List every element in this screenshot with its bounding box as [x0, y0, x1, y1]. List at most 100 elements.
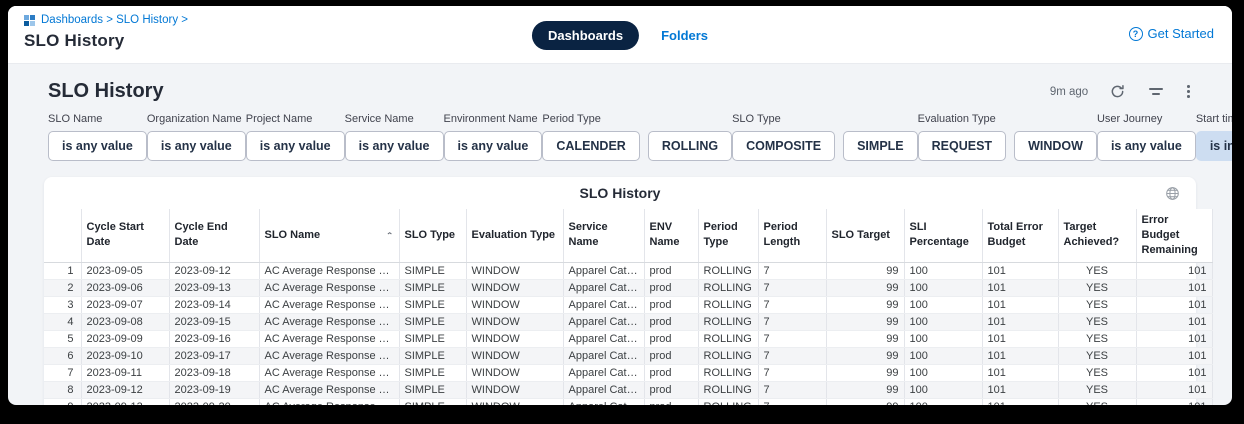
filter-button-window[interactable]: WINDOW: [1014, 131, 1097, 161]
cell-evaluation-type[interactable]: WINDOW: [466, 313, 563, 330]
cell-service-name[interactable]: Apparel Catal...: [563, 364, 644, 381]
filter-button-calender[interactable]: CALENDER: [542, 131, 639, 161]
cell-cycle-end-date[interactable]: 2023-09-13: [169, 279, 259, 296]
cell-target-achieved[interactable]: YES: [1058, 313, 1136, 330]
cell-env-name[interactable]: prod: [644, 347, 698, 364]
column-header-target-achieved[interactable]: Target Achieved?: [1058, 209, 1136, 262]
cell-env-name[interactable]: prod: [644, 398, 698, 405]
cell-total-error-budget[interactable]: 101: [982, 262, 1058, 279]
filter-button-is-any-value[interactable]: is any value: [48, 131, 147, 161]
cell-env-name[interactable]: prod: [644, 262, 698, 279]
cell-period-length[interactable]: 7: [758, 279, 826, 296]
cell-slo-target[interactable]: 99: [826, 398, 904, 405]
column-header-sli-percentage[interactable]: SLI Percentage: [904, 209, 982, 262]
cell-sli-percentage[interactable]: 100: [904, 313, 982, 330]
filter-button-is-any-value[interactable]: is any value: [147, 131, 246, 161]
column-header-slo-type[interactable]: SLO Type: [399, 209, 466, 262]
table-row[interactable]: 32023-09-072023-09-14AC Average Response…: [44, 296, 1212, 313]
cell-slo-type[interactable]: SIMPLE: [399, 296, 466, 313]
column-header-evaluation-type[interactable]: Evaluation Type: [466, 209, 563, 262]
cell-total-error-budget[interactable]: 101: [982, 296, 1058, 313]
cell-sli-percentage[interactable]: 100: [904, 364, 982, 381]
cell-error-budget-remaining[interactable]: 101: [1136, 364, 1212, 381]
cell-evaluation-type[interactable]: WINDOW: [466, 381, 563, 398]
cell-error-budget-remaining[interactable]: 101: [1136, 262, 1212, 279]
table-row[interactable]: 12023-09-052023-09-12AC Average Response…: [44, 262, 1212, 279]
cell-error-budget-remaining[interactable]: 101: [1136, 279, 1212, 296]
cell-service-name[interactable]: Apparel Catal...: [563, 313, 644, 330]
breadcrumb[interactable]: Dashboards > SLO History >: [24, 14, 188, 26]
column-header-total-error-budget[interactable]: Total Error Budget: [982, 209, 1058, 262]
cell-slo-type[interactable]: SIMPLE: [399, 313, 466, 330]
cell-slo-name[interactable]: AC Average Response Time: [259, 347, 399, 364]
cell-cycle-start-date[interactable]: 2023-09-11: [81, 364, 169, 381]
table-row[interactable]: 82023-09-122023-09-19AC Average Response…: [44, 381, 1212, 398]
cell-cycle-start-date[interactable]: 2023-09-13: [81, 398, 169, 405]
refresh-icon[interactable]: [1108, 82, 1127, 101]
cell-env-name[interactable]: prod: [644, 364, 698, 381]
cell-period-type[interactable]: ROLLING: [698, 313, 758, 330]
cell-period-type[interactable]: ROLLING: [698, 296, 758, 313]
cell-slo-type[interactable]: SIMPLE: [399, 262, 466, 279]
cell-period-type[interactable]: ROLLING: [698, 279, 758, 296]
cell-row-number[interactable]: 9: [44, 398, 81, 405]
filter-button-is-any-value[interactable]: is any value: [1097, 131, 1196, 161]
column-header-env-name[interactable]: ENV Name: [644, 209, 698, 262]
cell-target-achieved[interactable]: YES: [1058, 381, 1136, 398]
cell-service-name[interactable]: Apparel Catal...: [563, 330, 644, 347]
filter-button-composite[interactable]: COMPOSITE: [732, 131, 835, 161]
cell-cycle-end-date[interactable]: 2023-09-19: [169, 381, 259, 398]
table-row[interactable]: 92023-09-132023-09-20AC Average Response…: [44, 398, 1212, 405]
cell-env-name[interactable]: prod: [644, 313, 698, 330]
column-header-error-budget-remaining[interactable]: Error Budget Remaining: [1136, 209, 1212, 262]
table-row[interactable]: 42023-09-082023-09-15AC Average Response…: [44, 313, 1212, 330]
cell-slo-type[interactable]: SIMPLE: [399, 347, 466, 364]
cell-cycle-end-date[interactable]: 2023-09-16: [169, 330, 259, 347]
cell-cycle-start-date[interactable]: 2023-09-08: [81, 313, 169, 330]
cell-target-achieved[interactable]: YES: [1058, 398, 1136, 405]
cell-row-number[interactable]: 2: [44, 279, 81, 296]
cell-cycle-start-date[interactable]: 2023-09-07: [81, 296, 169, 313]
cell-slo-target[interactable]: 99: [826, 279, 904, 296]
table-row[interactable]: 22023-09-062023-09-13AC Average Response…: [44, 279, 1212, 296]
cell-period-type[interactable]: ROLLING: [698, 398, 758, 405]
cell-cycle-end-date[interactable]: 2023-09-14: [169, 296, 259, 313]
cell-slo-type[interactable]: SIMPLE: [399, 330, 466, 347]
cell-period-length[interactable]: 7: [758, 296, 826, 313]
column-header-cycle-end-date[interactable]: Cycle End Date: [169, 209, 259, 262]
cell-period-length[interactable]: 7: [758, 313, 826, 330]
column-header-row-number[interactable]: [44, 209, 81, 262]
cell-service-name[interactable]: Apparel Catal...: [563, 279, 644, 296]
table-row[interactable]: 52023-09-092023-09-16AC Average Response…: [44, 330, 1212, 347]
cell-row-number[interactable]: 6: [44, 347, 81, 364]
cell-slo-name[interactable]: AC Average Response Time: [259, 313, 399, 330]
filter-icon[interactable]: [1147, 86, 1165, 97]
column-header-period-length[interactable]: Period Length: [758, 209, 826, 262]
column-header-period-type[interactable]: Period Type: [698, 209, 758, 262]
cell-slo-type[interactable]: SIMPLE: [399, 364, 466, 381]
cell-evaluation-type[interactable]: WINDOW: [466, 262, 563, 279]
filter-button-is-in-the-last-2-months[interactable]: is in the last 2 months: [1196, 131, 1232, 161]
kebab-menu-icon[interactable]: [1185, 83, 1192, 100]
cell-period-length[interactable]: 7: [758, 398, 826, 405]
cell-sli-percentage[interactable]: 100: [904, 279, 982, 296]
cell-target-achieved[interactable]: YES: [1058, 279, 1136, 296]
get-started-link[interactable]: ? Get Started: [1129, 26, 1214, 41]
cell-cycle-start-date[interactable]: 2023-09-10: [81, 347, 169, 364]
cell-error-budget-remaining[interactable]: 101: [1136, 330, 1212, 347]
cell-error-budget-remaining[interactable]: 101: [1136, 398, 1212, 405]
breadcrumb-text[interactable]: Dashboards > SLO History >: [41, 14, 188, 26]
cell-cycle-end-date[interactable]: 2023-09-18: [169, 364, 259, 381]
cell-row-number[interactable]: 3: [44, 296, 81, 313]
cell-slo-type[interactable]: SIMPLE: [399, 398, 466, 405]
cell-row-number[interactable]: 1: [44, 262, 81, 279]
cell-period-type[interactable]: ROLLING: [698, 364, 758, 381]
cell-evaluation-type[interactable]: WINDOW: [466, 347, 563, 364]
cell-cycle-start-date[interactable]: 2023-09-05: [81, 262, 169, 279]
cell-slo-target[interactable]: 99: [826, 381, 904, 398]
cell-error-budget-remaining[interactable]: 101: [1136, 296, 1212, 313]
cell-slo-name[interactable]: AC Average Response Time: [259, 279, 399, 296]
cell-cycle-start-date[interactable]: 2023-09-09: [81, 330, 169, 347]
cell-service-name[interactable]: Apparel Catal...: [563, 347, 644, 364]
cell-error-budget-remaining[interactable]: 101: [1136, 381, 1212, 398]
